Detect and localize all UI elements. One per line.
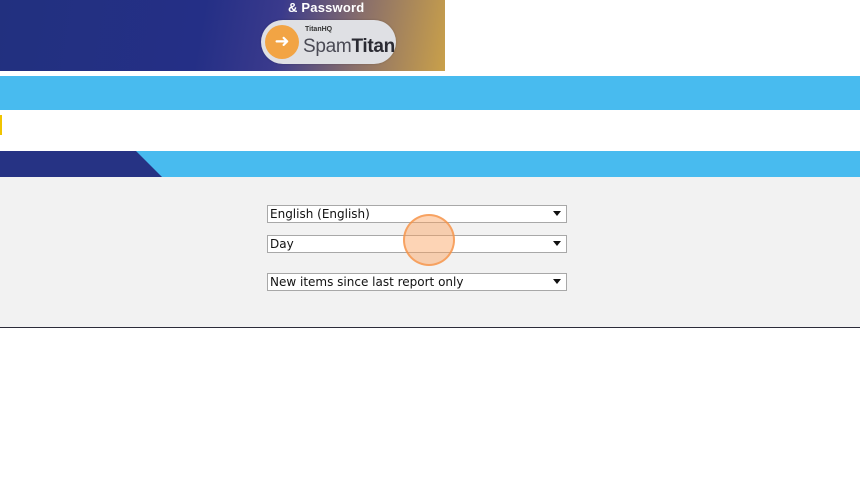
- titanhq-label: TitanHQ: [305, 26, 333, 33]
- spamtitan-logo: ➜ TitanHQ SpamTitan: [261, 20, 396, 64]
- chevron-down-icon: [553, 241, 561, 246]
- frequency-select[interactable]: Day: [267, 235, 567, 253]
- focus-marker: [0, 115, 2, 135]
- chevron-down-icon: [553, 211, 561, 216]
- report-scope-select[interactable]: New items since last report only: [267, 273, 567, 291]
- logo-titan-text: Titan: [351, 36, 395, 57]
- settings-panel: English (English) Day New items since la…: [0, 177, 860, 328]
- logo-wordmark: SpamTitan: [303, 36, 395, 58]
- language-select-value: English (English): [270, 207, 370, 221]
- report-scope-select-value: New items since last report only: [270, 275, 464, 289]
- header-banner: & Password ➜ TitanHQ SpamTitan: [0, 0, 445, 71]
- section-header-bar: [0, 151, 860, 177]
- runner-icon: ➜: [265, 25, 299, 59]
- section-header-tab: [0, 151, 162, 177]
- logo-spam-text: Spam: [303, 36, 352, 57]
- language-select[interactable]: English (English): [267, 205, 567, 223]
- top-nav-band: [0, 76, 860, 110]
- banner-tagline: & Password: [288, 0, 365, 15]
- frequency-select-value: Day: [270, 237, 294, 251]
- chevron-down-icon: [553, 279, 561, 284]
